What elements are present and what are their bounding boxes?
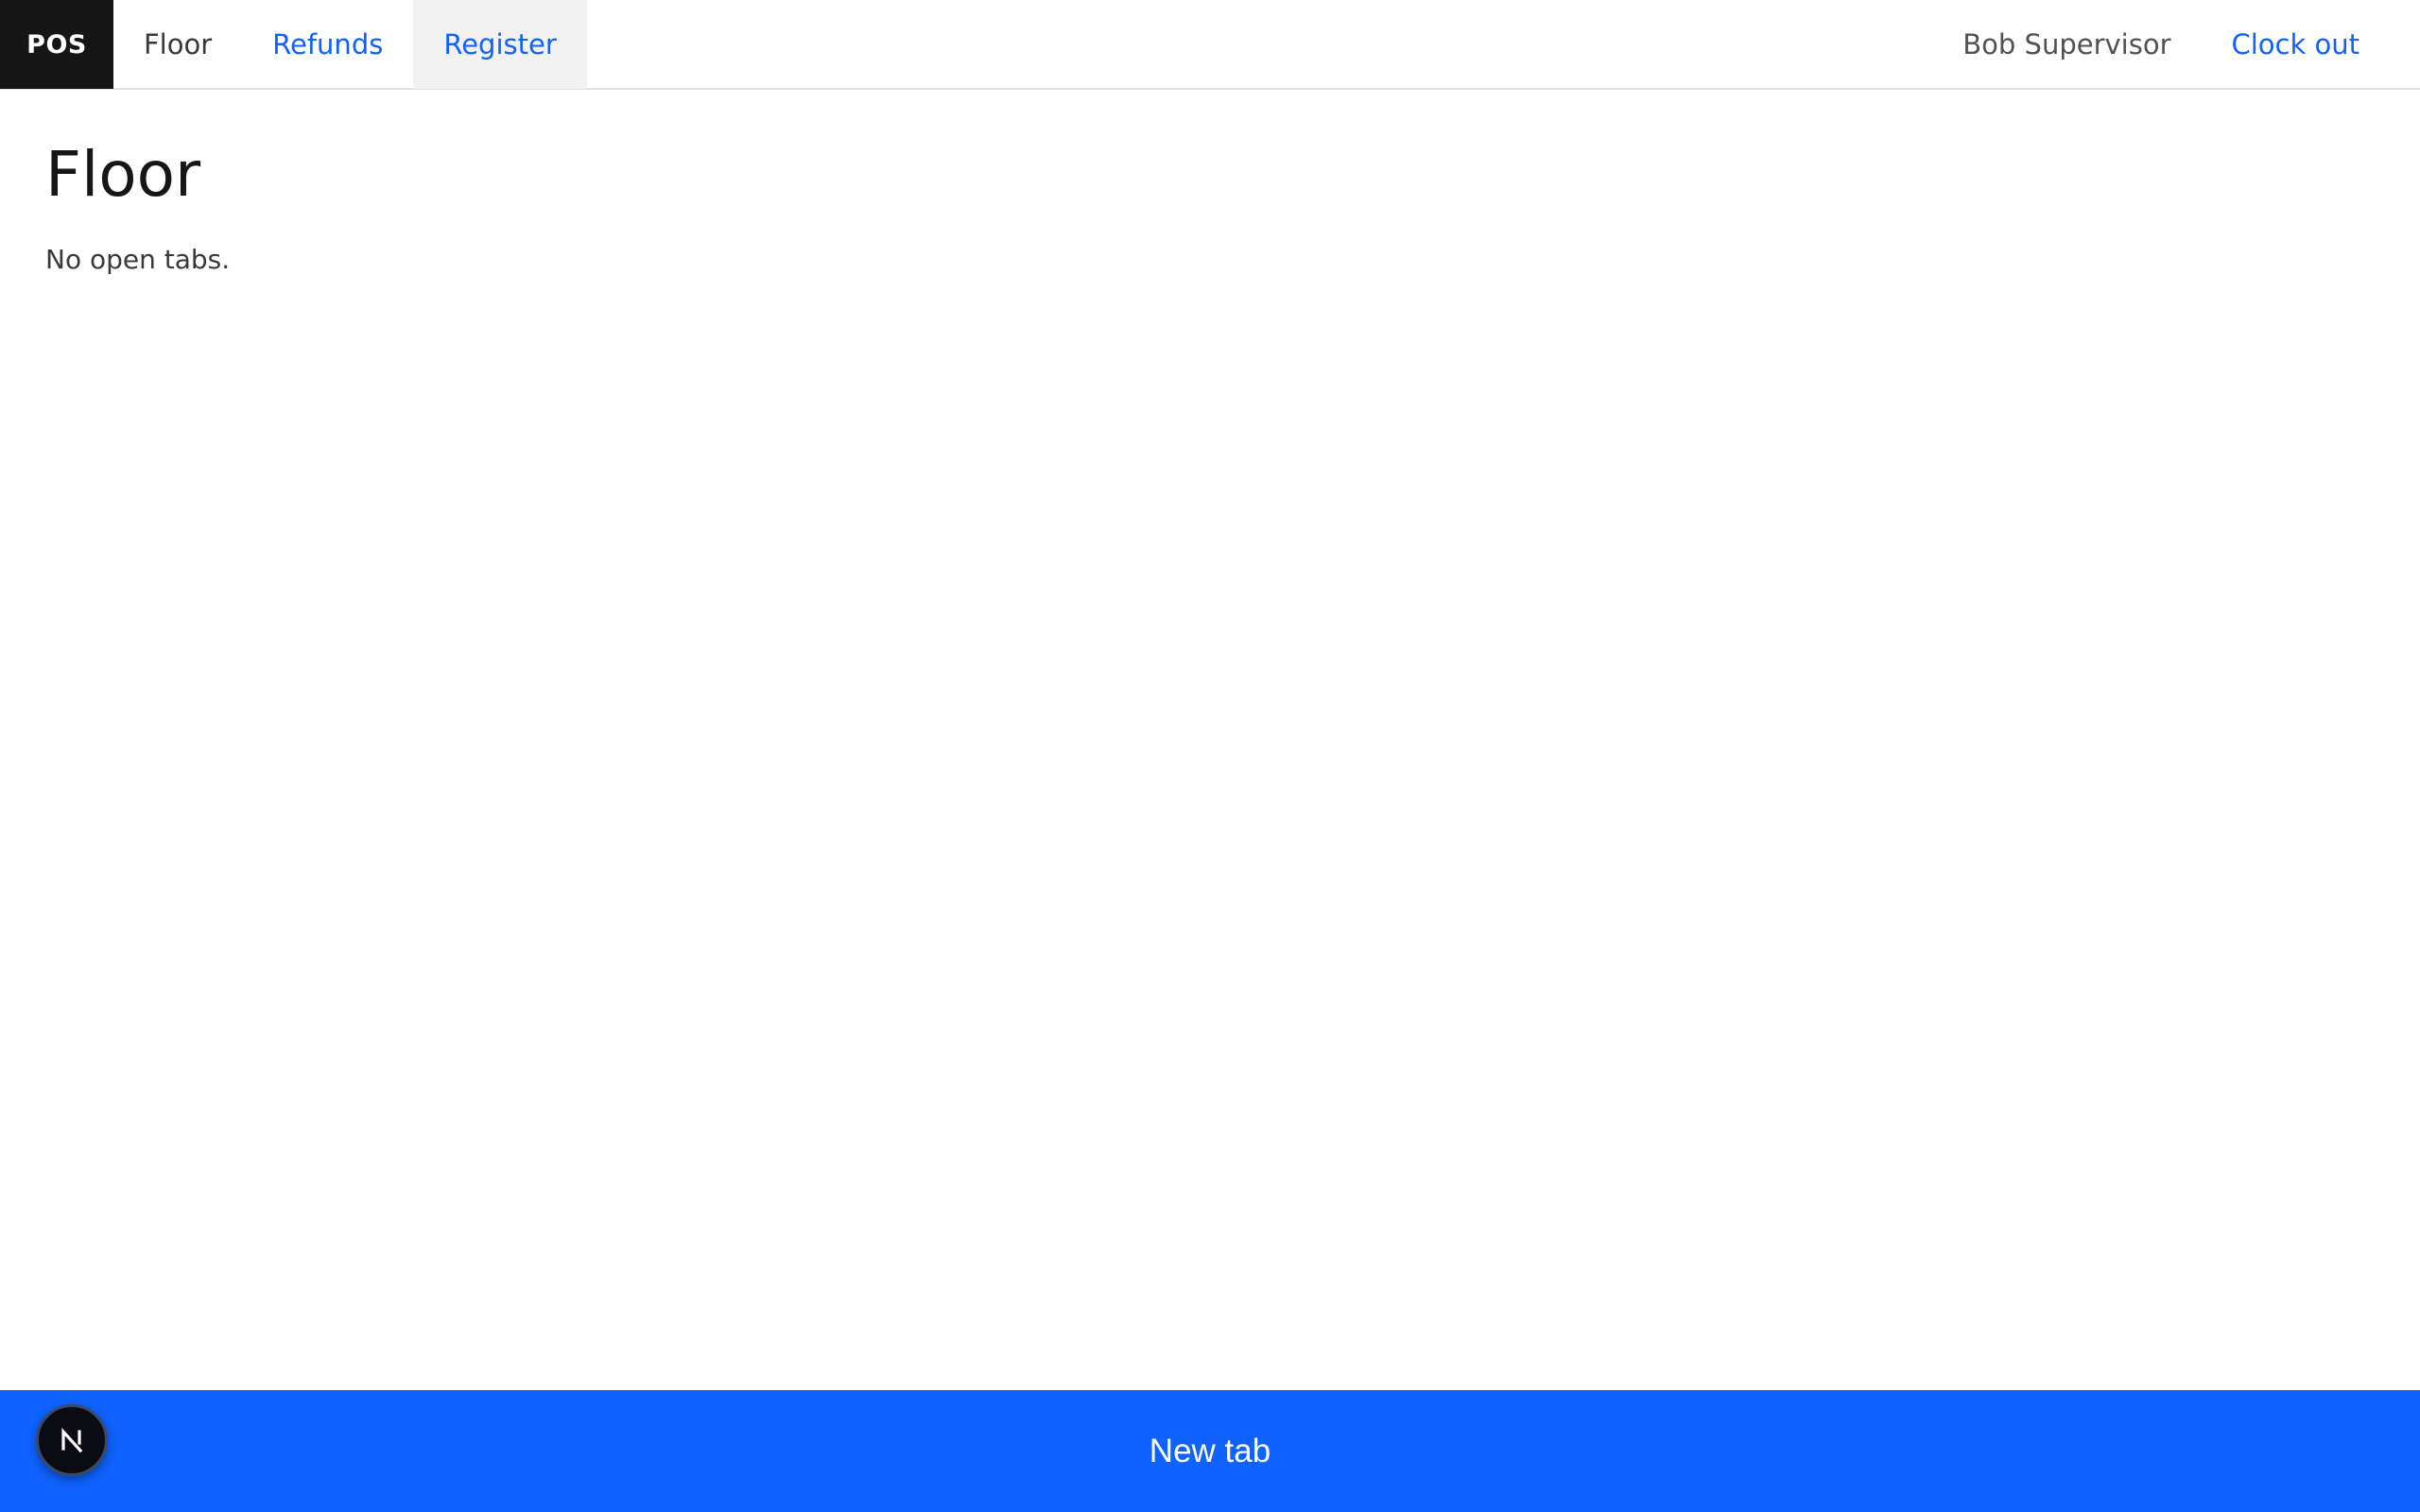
main-content: Floor No open tabs. xyxy=(45,132,230,275)
empty-state-message: No open tabs. xyxy=(45,244,231,275)
next-logo-glyph-icon xyxy=(61,1427,83,1453)
nav-item-floor[interactable]: Floor xyxy=(113,0,242,89)
header-user-area: Bob Supervisor Clock out xyxy=(1932,0,2420,88)
new-tab-button[interactable]: New tab xyxy=(0,1390,2420,1512)
next-logo-icon[interactable] xyxy=(36,1404,108,1476)
page-title: Floor xyxy=(45,138,201,211)
clock-out-button[interactable]: Clock out xyxy=(2202,0,2391,89)
top-navigation-bar: POS Floor Refunds Register Bob Superviso… xyxy=(0,0,2420,90)
nav-item-refunds[interactable]: Refunds xyxy=(242,0,413,89)
current-user-name: Bob Supervisor xyxy=(1962,28,2171,60)
nav-item-register[interactable]: Register xyxy=(413,0,587,89)
brand-logo[interactable]: POS xyxy=(0,0,113,89)
